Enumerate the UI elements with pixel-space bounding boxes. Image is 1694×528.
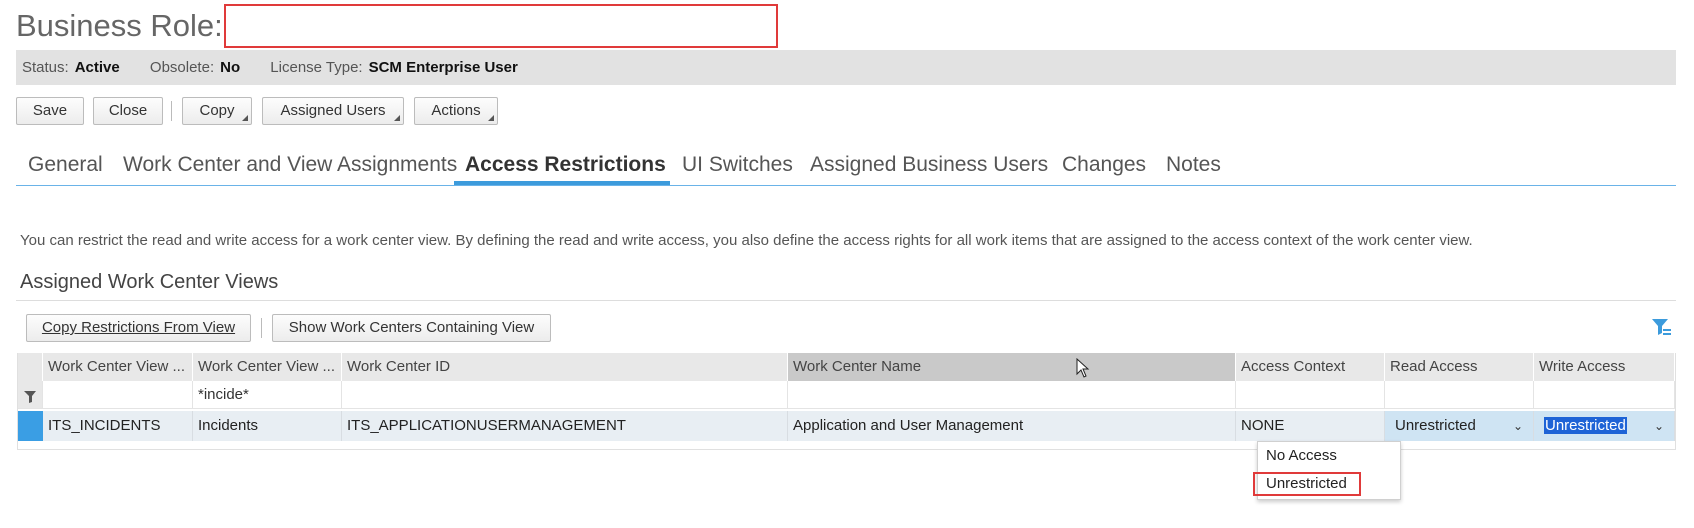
mouse-cursor-icon [1076, 358, 1090, 378]
business-role-input[interactable] [224, 4, 778, 48]
actions-label: Actions [431, 102, 481, 119]
write-access-value: Unrestricted [1544, 417, 1627, 434]
selected-option-highlight [1253, 472, 1361, 496]
row-selector[interactable] [18, 411, 43, 441]
column-header-view-name[interactable]: Work Center View ... [193, 353, 342, 381]
page-title: Business Role: [16, 8, 223, 43]
column-header-read-access[interactable]: Read Access [1385, 353, 1534, 381]
close-button[interactable]: Close [93, 97, 163, 125]
status-bar: Status: Active Obsolete: No License Type: S… [16, 50, 1676, 85]
cell-work-center-name: Application and User Management [788, 411, 1236, 441]
tab-changes[interactable]: Changes [1062, 148, 1146, 182]
tab-work-center-and-view-assignments[interactable]: Work Center and View Assignments [123, 148, 457, 182]
save-button[interactable]: Save [16, 97, 84, 125]
filter-input-view-name[interactable]: *incide* [193, 381, 342, 409]
filter-input-view-id[interactable] [43, 381, 193, 409]
dropdown-triangle-icon [488, 115, 494, 121]
filter-input-access-context[interactable] [1236, 381, 1385, 409]
tab-bar: General Work Center and View Assignments… [16, 148, 1676, 186]
license-type-value: SCM Enterprise User [368, 59, 518, 76]
cell-access-context: NONE [1236, 411, 1385, 441]
read-access-value: Unrestricted [1395, 417, 1476, 434]
tab-assigned-business-users[interactable]: Assigned Business Users [810, 148, 1048, 182]
option-no-access[interactable]: No Access [1266, 445, 1337, 467]
filter-settings-icon[interactable] [1650, 316, 1672, 338]
section-divider [16, 300, 1676, 301]
select-all-header[interactable] [18, 353, 43, 381]
cell-view-name: Incidents [193, 411, 342, 441]
cell-work-center-id: ITS_APPLICATIONUSERMANAGEMENT [342, 411, 788, 441]
cell-view-id: ITS_INCIDENTS [43, 411, 193, 441]
read-access-select[interactable]: Unrestricted ⌄ [1385, 411, 1534, 441]
chevron-down-icon[interactable]: ⌄ [1654, 411, 1664, 441]
chevron-down-icon[interactable]: ⌄ [1513, 411, 1523, 441]
tab-general[interactable]: General [28, 148, 103, 182]
column-header-write-access[interactable]: Write Access [1534, 353, 1675, 381]
assigned-users-button[interactable]: Assigned Users [262, 97, 404, 125]
copy-label: Copy [199, 102, 235, 119]
license-type-label: License Type: [270, 59, 363, 76]
status-label: Status: [22, 59, 69, 76]
filter-input-work-center-id[interactable] [342, 381, 788, 409]
section-title: Assigned Work Center Views [20, 271, 279, 293]
description-text: You can restrict the read and write acce… [20, 232, 1473, 249]
obsolete-label: Obsolete: [149, 59, 215, 76]
tab-notes[interactable]: Notes [1166, 148, 1221, 182]
filter-icon [24, 391, 36, 403]
tab-ui-switches[interactable]: UI Switches [682, 148, 793, 182]
dropdown-triangle-icon [242, 115, 248, 121]
filter-input-read-access[interactable] [1385, 381, 1534, 409]
section-toolbar-separator [261, 318, 262, 338]
show-work-centers-button[interactable]: Show Work Centers Containing View [272, 314, 551, 342]
copy-button[interactable]: Copy [182, 97, 252, 125]
column-header-work-center-name[interactable]: Work Center Name [788, 353, 1236, 381]
filter-input-work-center-name[interactable] [788, 381, 1236, 409]
toolbar-separator [171, 101, 172, 121]
dropdown-triangle-icon [394, 115, 400, 121]
copy-restrictions-button[interactable]: Copy Restrictions From View [26, 314, 251, 342]
obsolete-value: No [220, 59, 241, 76]
active-tab-indicator [454, 181, 670, 185]
column-header-access-context[interactable]: Access Context [1236, 353, 1385, 381]
write-access-select[interactable]: Unrestricted ⌄ [1534, 411, 1675, 441]
status-value: Active [74, 59, 120, 76]
column-header-work-center-id[interactable]: Work Center ID [342, 353, 788, 381]
filter-row-icon-cell [18, 381, 43, 409]
tab-access-restrictions[interactable]: Access Restrictions [465, 148, 666, 182]
column-header-view-id[interactable]: Work Center View ... [43, 353, 193, 381]
assigned-users-label: Assigned Users [280, 102, 386, 119]
filter-input-write-access[interactable] [1534, 381, 1675, 409]
actions-button[interactable]: Actions [414, 97, 498, 125]
